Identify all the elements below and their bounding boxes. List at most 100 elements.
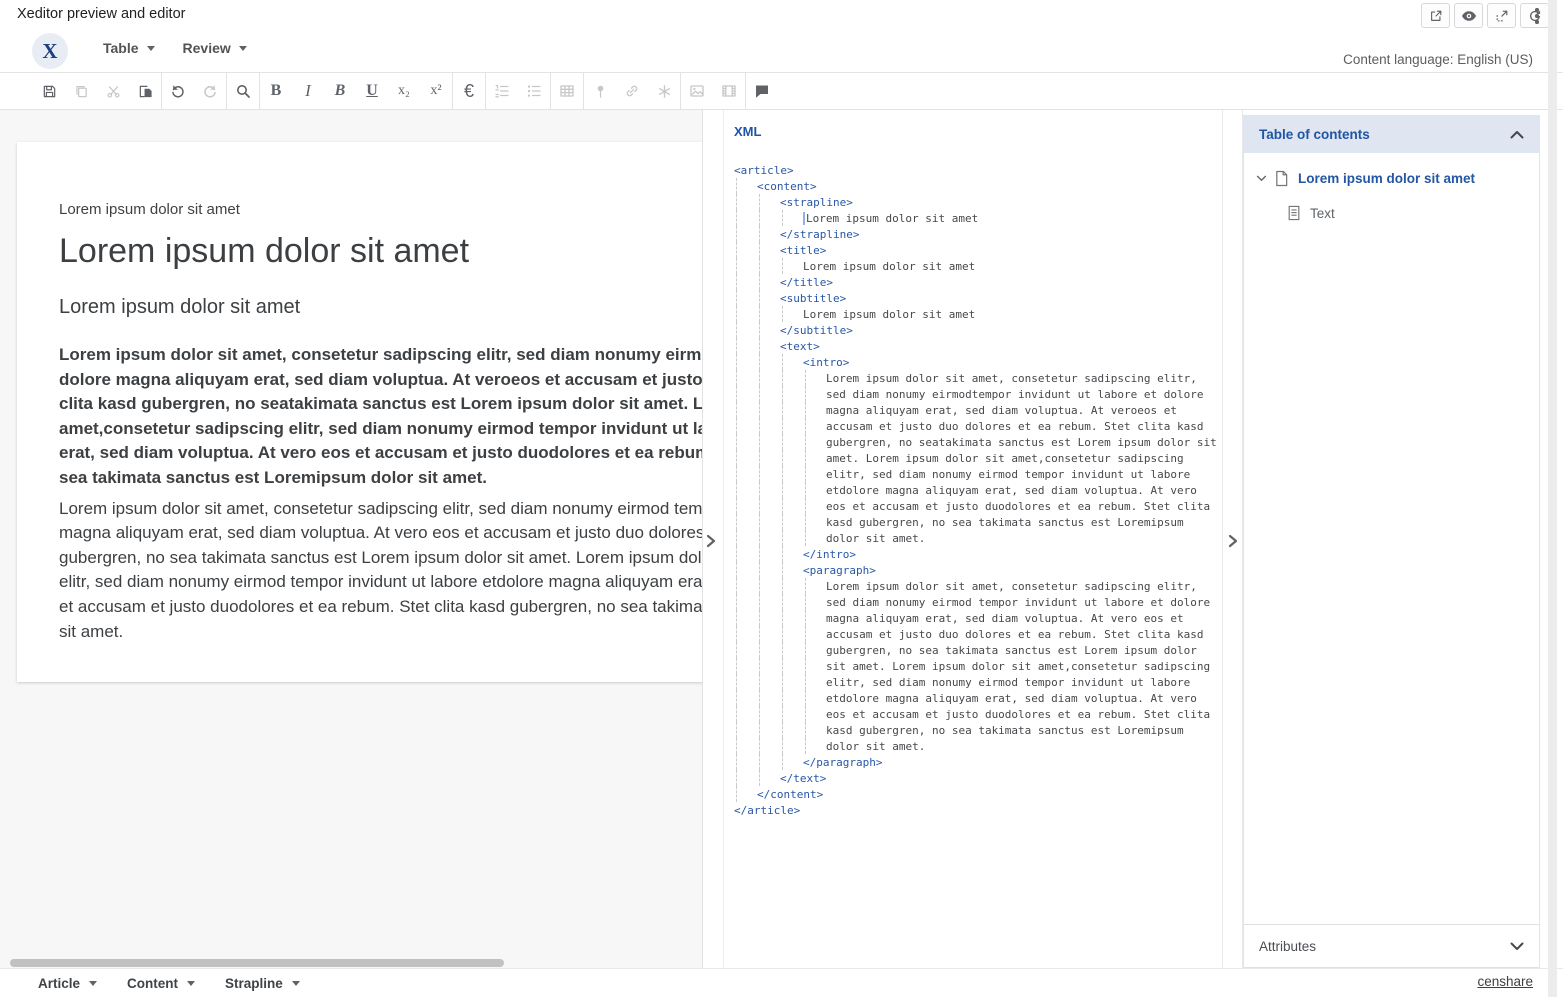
horizontal-scrollbar-thumb[interactable]: [10, 959, 504, 967]
superscript-button[interactable]: x²: [420, 73, 452, 109]
bold-button[interactable]: B: [260, 73, 292, 109]
save-button[interactable]: [33, 73, 65, 109]
xml-text-line[interactable]: Lorem ipsum dolor sit amet: [734, 210, 1217, 226]
document-page[interactable]: Lorem ipsum dolor sit amet Lorem ipsum d…: [17, 142, 703, 682]
xml-text-line[interactable]: dolor sit amet.: [734, 530, 1217, 546]
xml-text-line[interactable]: sed diam nonumy eirmodtempor invidunt ut…: [734, 386, 1217, 402]
xml-text-line[interactable]: gubergren, no sea takimata sanctus est L…: [734, 642, 1217, 658]
italic-button[interactable]: I: [292, 73, 324, 109]
xml-tag-line[interactable]: </paragraph>: [734, 754, 1217, 770]
unordered-list-button[interactable]: [518, 73, 550, 109]
xml-tag-line[interactable]: <article>: [734, 162, 1217, 178]
xml-text-line[interactable]: accusam et justo duo dolores et ea rebum…: [734, 418, 1217, 434]
xml-text-line[interactable]: Lorem ipsum dolor sit amet: [734, 306, 1217, 322]
indent-guide: [736, 338, 757, 354]
indent-guide: [759, 674, 780, 690]
subscript-button[interactable]: x₂: [388, 73, 420, 109]
paste-button[interactable]: [129, 73, 161, 109]
xml-text-line[interactable]: dolor sit amet.: [734, 738, 1217, 754]
video-button[interactable]: [713, 73, 745, 109]
xml-text-line[interactable]: magna aliquyam erat, sed diam voluptua. …: [734, 402, 1217, 418]
preview-intro-paragraph[interactable]: Lorem ipsum dolor sit amet, consetetur s…: [59, 343, 703, 491]
expander-chevron-down-icon[interactable]: [1256, 175, 1267, 182]
attributes-header[interactable]: Attributes: [1244, 924, 1539, 968]
preview-title[interactable]: Lorem ipsum dolor sit amet: [59, 232, 703, 271]
underline-button[interactable]: U: [356, 73, 388, 109]
menu-table[interactable]: Table: [103, 40, 155, 56]
xml-text-line[interactable]: Lorem ipsum dolor sit amet: [734, 258, 1217, 274]
special-char-button[interactable]: [648, 73, 680, 109]
xml-tag-line[interactable]: </subtitle>: [734, 322, 1217, 338]
toc-item-lorem-ipsum-dolor-sit-amet[interactable]: Lorem ipsum dolor sit amet: [1244, 167, 1539, 189]
table-button[interactable]: [551, 73, 583, 109]
xml-text-line[interactable]: elitr, sed diam nonumy eirmod tempor inv…: [734, 674, 1217, 690]
xml-tag-line[interactable]: </strapline>: [734, 226, 1217, 242]
image-button[interactable]: [681, 73, 713, 109]
cut-button[interactable]: [97, 73, 129, 109]
xml-tag-line[interactable]: <strapline>: [734, 194, 1217, 210]
xml-text-line[interactable]: sit amet. Lorem ipsum dolor sit amet,con…: [734, 658, 1217, 674]
xml-text-line[interactable]: eos et accusam et justo duodolores et ea…: [734, 706, 1217, 722]
breadcrumb-content[interactable]: Content: [127, 976, 195, 991]
xml-tag-line[interactable]: <text>: [734, 338, 1217, 354]
censhare-link[interactable]: censhare: [1477, 974, 1533, 989]
indent-guide: [805, 514, 826, 530]
toc-header[interactable]: Table of contents: [1244, 115, 1539, 153]
xml-text-line[interactable]: etdolore magna aliquyam erat, sed diam v…: [734, 690, 1217, 706]
xml-text-line[interactable]: Lorem ipsum dolor sit amet, consetetur s…: [734, 370, 1217, 386]
vertical-scrollbar-track[interactable]: [1548, 0, 1557, 997]
breadcrumb-article[interactable]: Article: [38, 976, 97, 991]
indent-guide: [736, 530, 757, 546]
xml-code-view[interactable]: <article><content><strapline>Lorem ipsum…: [734, 162, 1217, 818]
xml-tag-line[interactable]: <subtitle>: [734, 290, 1217, 306]
xml-tag-line[interactable]: </article>: [734, 802, 1217, 818]
xml-tag-line[interactable]: </title>: [734, 274, 1217, 290]
code-content: Lorem ipsum dolor sit amet: [803, 260, 975, 273]
xml-text-line[interactable]: elitr, sed diam nonumy eirmod tempor inv…: [734, 466, 1217, 482]
menu-review[interactable]: Review: [183, 40, 247, 56]
xml-tag-line[interactable]: </content>: [734, 786, 1217, 802]
xml-text-line[interactable]: amet. Lorem ipsum dolor sit amet,consete…: [734, 450, 1217, 466]
search-button[interactable]: [227, 73, 259, 109]
redo-button[interactable]: [194, 73, 226, 109]
xml-tag-line[interactable]: <title>: [734, 242, 1217, 258]
xml-text-line[interactable]: kasd gubergren, no sea takimata sanctus …: [734, 514, 1217, 530]
xml-text-line[interactable]: eos et accusam et justo duodolores et ea…: [734, 498, 1217, 514]
undo-button[interactable]: [162, 73, 194, 109]
caret-down-icon: [89, 981, 97, 986]
xml-text-line[interactable]: gubergren, no seatakimata sanctus est Lo…: [734, 434, 1217, 450]
xml-text-line[interactable]: sed diam nonumy eirmod tempor invidunt u…: [734, 594, 1217, 610]
eye-button[interactable]: [1454, 3, 1483, 28]
breadcrumb-strapline[interactable]: Strapline: [225, 976, 300, 991]
xml-tag-line[interactable]: <intro>: [734, 354, 1217, 370]
preview-body-paragraph[interactable]: Lorem ipsum dolor sit amet, consetetur s…: [59, 497, 703, 645]
xml-text-line[interactable]: etdolore magna aliquyam erat, sed diam v…: [734, 482, 1217, 498]
collapse-preview-handle[interactable]: [702, 532, 720, 550]
link-button[interactable]: [616, 73, 648, 109]
pin-button[interactable]: [584, 73, 616, 109]
comment-button[interactable]: [746, 73, 778, 109]
currency-euro-button[interactable]: €: [453, 73, 485, 109]
toc-item-text[interactable]: Text: [1244, 202, 1539, 224]
open-external-button[interactable]: [1421, 3, 1450, 28]
xml-text-line[interactable]: magna aliquyam erat, sed diam voluptua. …: [734, 610, 1217, 626]
xml-text-line[interactable]: Lorem ipsum dolor sit amet, consetetur s…: [734, 578, 1217, 594]
xml-tag-line[interactable]: </intro>: [734, 546, 1217, 562]
preview-subtitle[interactable]: Lorem ipsum dolor sit amet: [59, 296, 703, 319]
xml-tag-line[interactable]: <paragraph>: [734, 562, 1217, 578]
indent-guide: [805, 594, 826, 610]
xml-text-line[interactable]: accusam et justo duo dolores et ea rebum…: [734, 626, 1217, 642]
more-menu-button[interactable]: [1528, 5, 1546, 27]
bold-alt-button[interactable]: B: [324, 73, 356, 109]
copy-button[interactable]: [65, 73, 97, 109]
right-sidebar: Table of contents Lorem ipsum dolor sit …: [1243, 115, 1540, 968]
preview-strapline[interactable]: Lorem ipsum dolor sit amet: [59, 201, 703, 218]
resize-button[interactable]: [1487, 3, 1516, 28]
indent-guide: [759, 258, 780, 274]
xml-text-line[interactable]: kasd gubergren, no sea takimata sanctus …: [734, 722, 1217, 738]
xml-tag-line[interactable]: <content>: [734, 178, 1217, 194]
xml-tag-line[interactable]: </text>: [734, 770, 1217, 786]
ordered-list-button[interactable]: [486, 73, 518, 109]
collapse-xml-handle[interactable]: [1224, 532, 1242, 550]
code-content: sed diam nonumy eirmodtempor invidunt ut…: [826, 388, 1204, 401]
